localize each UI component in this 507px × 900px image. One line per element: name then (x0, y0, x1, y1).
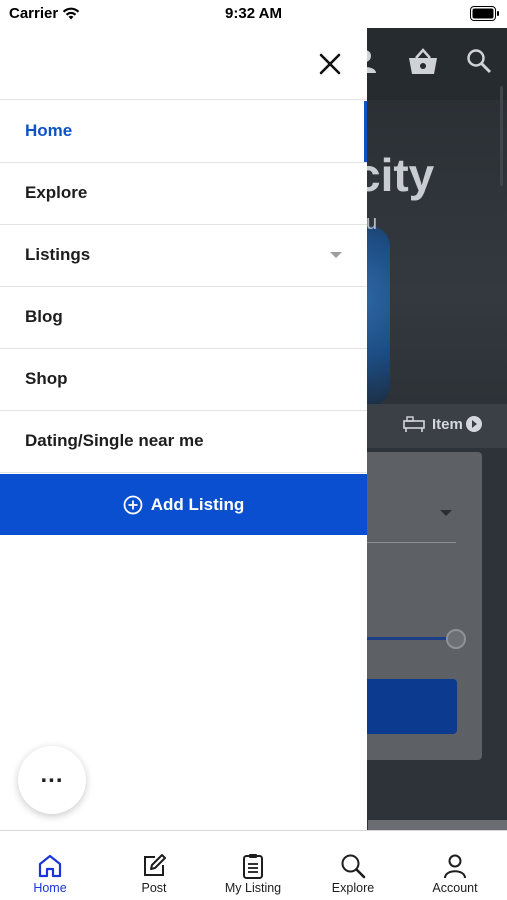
drawer-item-label: Blog (25, 307, 63, 326)
home-icon (38, 854, 62, 878)
tab-label: Account (432, 881, 478, 895)
basket-icon (409, 48, 437, 74)
search-icon (467, 49, 492, 74)
drawer-item-shop[interactable]: Shop (0, 349, 367, 411)
drawer-item-label: Home (25, 121, 73, 140)
tab-label: Explore (331, 881, 375, 895)
tab-my-listing[interactable]: My Listing (213, 831, 293, 900)
background-tab-item: Item (432, 416, 463, 433)
status-time: 9:32 AM (225, 5, 282, 22)
clipboard-icon (243, 854, 263, 879)
drawer-item-label: Dating/Single near me (25, 431, 204, 450)
navigation-drawer: Home Explore Listings Blog Shop Dating/S… (0, 26, 367, 830)
plus-circle-icon (123, 495, 143, 514)
tab-label: My Listing (224, 881, 282, 895)
tab-label: Home (33, 881, 67, 895)
drawer-item-home[interactable]: Home (0, 101, 367, 163)
tab-label: Post (141, 881, 167, 895)
tab-home[interactable]: Home (20, 831, 80, 900)
add-listing-label: Add Listing (150, 494, 245, 514)
search-icon (341, 854, 366, 879)
drawer-item-explore[interactable]: Explore (0, 163, 367, 225)
more-options-button[interactable]: ... (18, 746, 86, 814)
drawer-item-listings[interactable]: Listings (0, 225, 367, 287)
next-icon (466, 416, 482, 432)
background-scrollbar (500, 86, 503, 186)
chevron-down-icon[interactable] (330, 252, 342, 258)
bottom-tab-bar: Home Post My Listing Explore Account (0, 830, 507, 900)
drawer-header (0, 26, 367, 100)
drawer-item-blog[interactable]: Blog (0, 287, 367, 349)
tab-post[interactable]: Post (124, 831, 184, 900)
more-icon: ... (40, 761, 64, 788)
bed-icon (403, 416, 425, 432)
account-icon (444, 854, 466, 879)
status-bar: Carrier 9:32 AM (0, 0, 507, 28)
background-slider-knob (446, 629, 466, 649)
drawer-item-label: Shop (25, 369, 68, 388)
background-strip (368, 820, 507, 830)
tab-explore[interactable]: Explore (323, 831, 383, 900)
background-card-divider (360, 542, 456, 543)
edit-icon (144, 854, 166, 876)
close-icon[interactable] (312, 46, 348, 82)
background-hero-subtitle: u (366, 212, 378, 234)
drawer-item-label: Explore (25, 183, 88, 202)
add-listing-button[interactable]: Add Listing (0, 474, 367, 535)
background-caret-icon (440, 510, 452, 516)
background-slider-track (360, 637, 454, 640)
tab-account[interactable]: Account (424, 831, 486, 900)
battery-icon (470, 6, 499, 21)
drawer-item-dating[interactable]: Dating/Single near me (0, 411, 367, 473)
drawer-item-label: Listings (25, 245, 91, 264)
